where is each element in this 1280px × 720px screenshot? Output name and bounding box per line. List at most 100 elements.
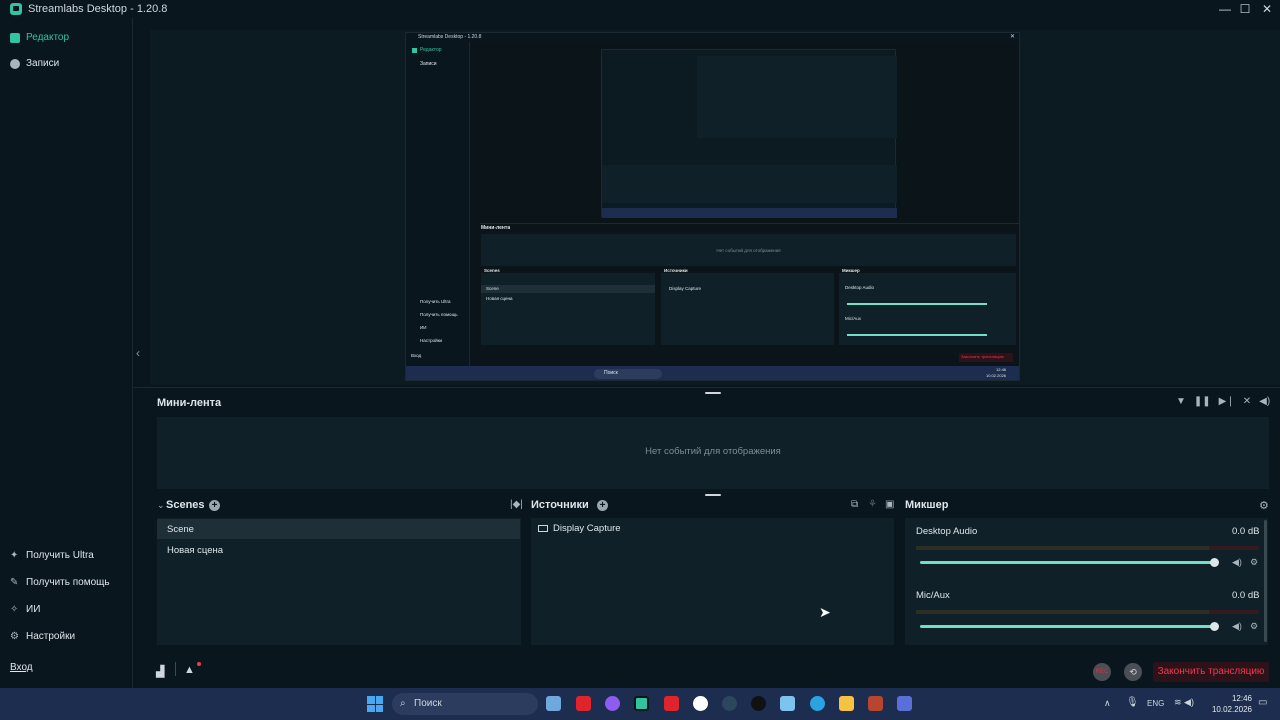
filter-icon[interactable]: ▼ [1176,396,1186,407]
scene-row-active[interactable] [157,519,520,539]
deeper-capture-docks [602,165,897,203]
collapse-sidebar-icon[interactable]: ‹ [136,346,140,360]
windows-start-icon[interactable] [367,696,383,712]
footer-divider [175,662,176,676]
notes-app-icon[interactable] [780,696,795,711]
performance-stats-icon[interactable]: ▟ [156,665,164,678]
pause-icon[interactable]: ❚❚ [1194,396,1211,407]
winrar-icon[interactable] [868,696,883,711]
feed-resize-handle[interactable] [705,392,721,394]
volume-slider-knob[interactable] [1210,558,1219,567]
add-scene-button[interactable]: + [209,500,220,511]
nav-item-get-help[interactable]: ✎ Получить помощь [10,577,110,588]
nav-item-get-ultra[interactable]: ✦ Получить Ultra [10,550,94,561]
sparkle-icon: ✧ [10,603,19,615]
nested-end-stream-label: Закончить трансляцию [961,354,1004,359]
nested-scenes-title: Scenes [484,268,500,273]
source-item-label: Display Capture [553,523,621,534]
mixer-settings-gear-icon[interactable]: ⚙ [1259,499,1269,512]
yandex-icon[interactable] [576,696,591,711]
left-nav: Редактор Записи ✦ Получить Ultra ✎ Получ… [0,18,133,688]
taskbar-clock[interactable]: 12:46 10.02.2026 [1210,693,1252,715]
notifications-icon[interactable]: ▭ [1258,697,1267,708]
scene-transition-icon[interactable]: |◆| [510,499,523,510]
input-language[interactable]: ENG [1147,699,1164,708]
end-stream-button[interactable]: Закончить трансляцию [1153,662,1269,682]
play-circle-icon [10,58,20,69]
yandex-browser-icon[interactable] [693,696,708,711]
feed-toolbar: ▼ ❚❚ ▶❘ ✕ ◀) [1176,396,1270,407]
deeper-capture-preview [601,49,897,218]
monitor-icon [538,525,548,532]
alert-warning-icon[interactable]: ▲ [184,664,195,676]
source-layout-icon[interactable]: ⧉ [851,499,858,510]
alice-icon[interactable] [605,696,620,711]
nav-item-label: ИИ [26,604,41,615]
speaker-icon[interactable]: ◀) [1232,621,1242,632]
audio-meter [916,546,1259,550]
nav-item-ai[interactable]: ✧ ИИ [10,604,40,615]
nested-feed-empty: Нет событий для отображения [716,248,781,253]
nested-search-label: Поиск [604,370,618,376]
skip-icon[interactable]: ▶❘ [1219,396,1235,407]
replay-buffer-button[interactable]: ⟲ [1124,663,1142,681]
nested-sources-title: Источники [664,268,688,273]
nested-nav-help: Получить помощь [420,312,458,317]
speaker-icon[interactable]: ◀) [1232,557,1242,568]
volume-slider[interactable] [920,561,1214,564]
source-item[interactable]: Display Capture [538,523,621,534]
mixer-channel-db: 0.0 dB [1232,526,1260,537]
v2-app-icon[interactable] [751,696,766,711]
sources-title: Источники [531,499,589,511]
close-button[interactable]: ✕ [1256,0,1278,18]
streamlabs-icon[interactable] [634,696,649,711]
nav-item-editor[interactable]: Редактор [10,32,69,43]
taskbar-app-icon[interactable] [546,696,561,711]
nested-scene-item: Новая сцена [486,296,513,301]
telegram-icon[interactable] [810,696,825,711]
mixer-channel-db: 0.0 dB [1232,590,1260,601]
nav-item-settings[interactable]: ⚙ Настройки [10,631,75,642]
volume-slider[interactable] [920,625,1214,628]
minimize-button[interactable]: — [1214,0,1236,18]
gear-icon[interactable]: ⚙ [1250,621,1258,632]
maximize-button[interactable]: ☐ [1234,0,1256,18]
microphone-icon[interactable]: 🎙 [1126,697,1139,708]
nested-left-nav: Редактор Записи Получить Ultra Получить … [406,42,470,366]
add-folder-icon[interactable]: ▣ [885,499,894,510]
collapse-scenes-icon[interactable]: ⌄ [157,500,165,511]
streamlabs-logo-icon [10,3,22,15]
scene-item[interactable]: Scene [167,524,194,535]
nested-source-item: Display Capture [669,286,702,291]
gear-icon[interactable]: ⚙ [1250,557,1258,568]
taskbar-search[interactable]: ⌕ Поиск [392,693,538,715]
login-link[interactable]: Вход [10,662,33,673]
nested-close-icon: ✕ [1010,34,1016,40]
volume-slider-knob[interactable] [1210,622,1219,631]
notification-dot [197,662,201,666]
nav-item-label: Получить Ultra [26,550,94,561]
nested-nav-settings: Настройки [420,338,443,343]
nested-nav-editor: Редактор [420,47,442,53]
nav-item-recordings[interactable]: Записи [10,58,59,69]
editor-icon [10,32,20,43]
source-group-icon[interactable]: ⚘ [868,499,877,510]
steam-icon[interactable] [722,696,737,711]
dock-resize-handle[interactable] [705,494,721,496]
discord-icon[interactable] [897,696,912,711]
mute-alerts-icon[interactable]: ✕ [1243,396,1251,407]
nested-mixer-title: Микшер [842,268,860,273]
file-explorer-icon[interactable] [839,696,854,711]
nested-title-bar: Streamlabs Desktop - 1.20.8 ✕ [406,33,1019,42]
mixer-scrollbar[interactable] [1264,520,1267,642]
record-button[interactable]: REC [1093,663,1111,681]
audio-meter [916,610,1259,614]
scene-item[interactable]: Новая сцена [167,545,223,556]
wps-icon[interactable] [664,696,679,711]
volume-icon[interactable]: ◀) [1259,396,1270,407]
nested-end-stream: Закончить трансляцию [959,353,1013,362]
ultra-icon: ✦ [10,549,19,561]
tray-chevron-up-icon[interactable]: ∧ [1104,698,1111,709]
wifi-volume-icons[interactable]: ≋ ◀) [1174,697,1194,708]
add-source-button[interactable]: + [597,500,608,511]
